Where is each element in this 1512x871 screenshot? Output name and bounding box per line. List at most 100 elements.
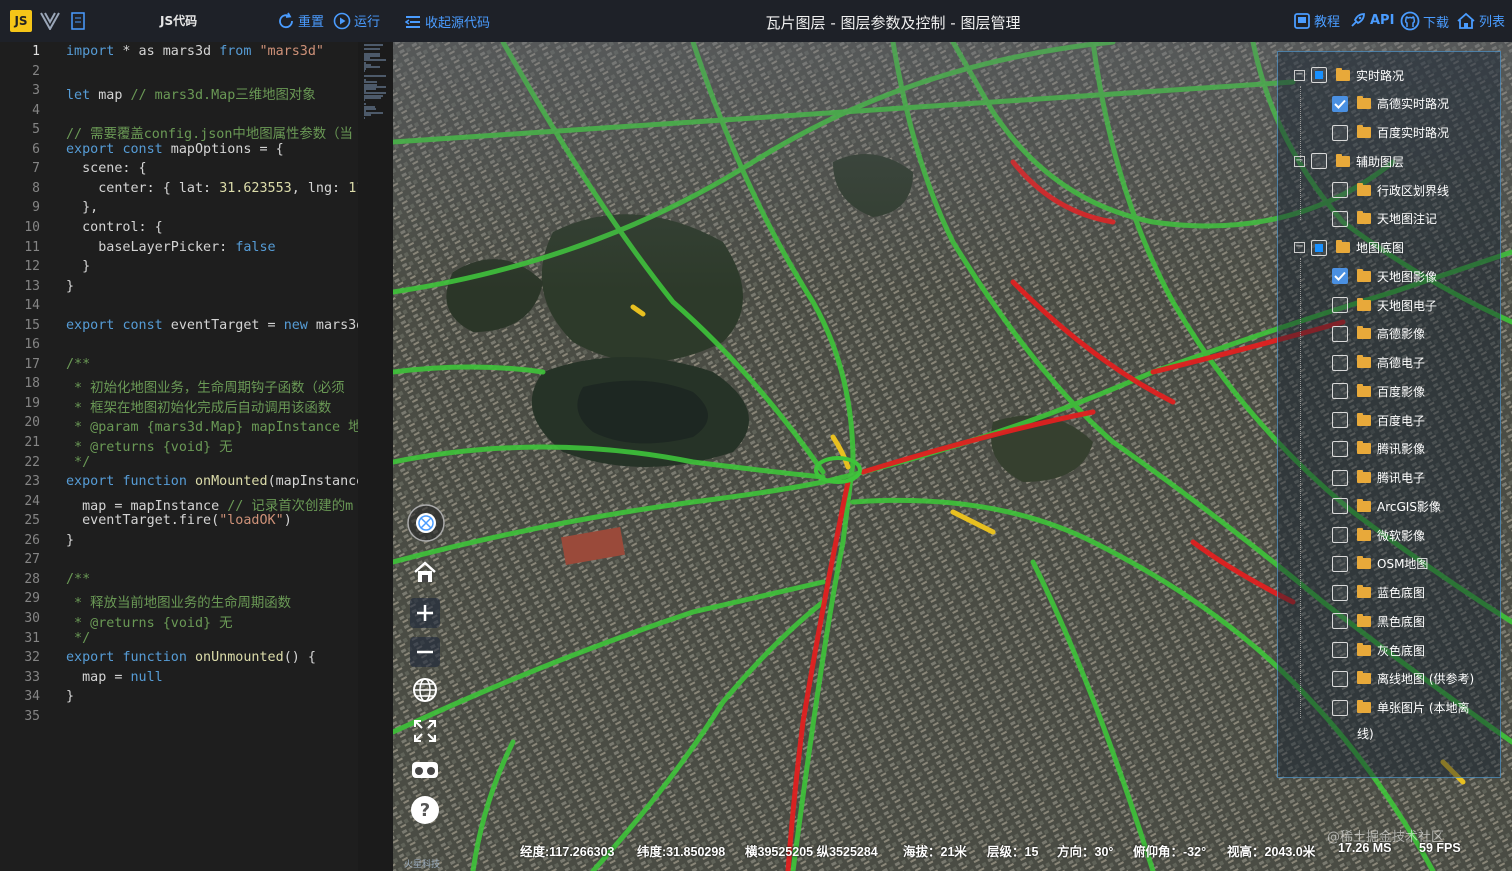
code-line[interactable]: 28 /** <box>0 572 358 592</box>
layer-group[interactable]: − 实时路况 <box>1294 64 1404 86</box>
layer-checkbox[interactable] <box>1332 95 1348 112</box>
list-link[interactable]: 列表 <box>1456 11 1505 30</box>
code-line[interactable]: 5 // 需要覆盖config.json中地图属性参数（当 <box>0 122 358 142</box>
layer-item[interactable]: 高德影像 <box>1332 323 1425 345</box>
layer-item[interactable]: 蓝色底图 <box>1332 582 1425 604</box>
layer-checkbox[interactable] <box>1311 153 1327 170</box>
code-line[interactable]: 15 export const eventTarget = new mars3d <box>0 318 358 338</box>
code-line[interactable]: 20 * @param {mars3d.Map} mapInstance 地 <box>0 415 358 435</box>
layer-item[interactable]: 天地图电子 <box>1332 294 1437 316</box>
layer-item[interactable]: 百度电子 <box>1332 409 1425 431</box>
layer-checkbox[interactable] <box>1332 124 1348 141</box>
code-line[interactable]: 25 eventTarget.fire("loadOK") <box>0 513 358 533</box>
layer-item[interactable]: 行政区划界线 <box>1332 179 1449 201</box>
layer-item[interactable]: 百度影像 <box>1332 380 1425 402</box>
layer-item[interactable]: OSM地图 <box>1332 553 1428 575</box>
layer-checkbox[interactable] <box>1332 440 1348 457</box>
compass-control[interactable] <box>406 503 446 543</box>
code-line[interactable]: 14 <box>0 298 358 318</box>
tab-js-code[interactable]: JS代码 <box>160 12 197 29</box>
code-line[interactable]: 34} <box>0 689 358 709</box>
collapse-toggle-icon[interactable]: − <box>1294 155 1305 167</box>
code-line[interactable]: 3 let map // mars3d.Map三维地图对象 <box>0 83 358 103</box>
code-minimap[interactable] <box>358 42 393 871</box>
code-line[interactable]: 27 <box>0 552 358 572</box>
code-line[interactable]: 33 map = null <box>0 670 358 690</box>
layer-item[interactable]: 腾讯电子 <box>1332 467 1425 489</box>
layer-checkbox[interactable] <box>1332 670 1348 687</box>
layer-checkbox[interactable] <box>1332 182 1348 198</box>
code-line[interactable]: 19 * 框架在地图初始化完成后自动调用该函数 <box>0 396 358 416</box>
scene-mode-button[interactable] <box>410 675 440 705</box>
layer-item[interactable]: 灰色底图 <box>1332 639 1425 661</box>
layer-checkbox[interactable] <box>1332 268 1348 285</box>
code-line[interactable]: 9 }, <box>0 200 358 220</box>
layer-checkbox[interactable] <box>1332 412 1348 428</box>
code-line[interactable]: 35 <box>0 709 358 729</box>
code-line[interactable]: 24 map = mapInstance // 记录首次创建的m <box>0 494 358 514</box>
layer-checkbox[interactable] <box>1332 498 1348 515</box>
api-link[interactable]: API <box>1349 11 1394 29</box>
code-area[interactable]: 1 import * as mars3d from "mars3d" 2 3 let m… <box>0 42 358 871</box>
layer-checkbox[interactable] <box>1332 613 1348 630</box>
vue-icon[interactable] <box>39 10 61 32</box>
fullscreen-button[interactable] <box>410 716 440 746</box>
layer-checkbox[interactable] <box>1332 297 1348 313</box>
code-line[interactable]: 8 center: { lat: 31.623553, lng: 11 <box>0 181 358 201</box>
layer-checkbox[interactable] <box>1332 469 1348 486</box>
run-button[interactable]: 运行 <box>333 11 380 30</box>
layer-checkbox[interactable] <box>1332 699 1348 716</box>
code-line[interactable]: 2 <box>0 64 358 84</box>
home-button[interactable] <box>410 557 440 587</box>
layer-item[interactable]: ArcGIS影像 <box>1332 495 1441 517</box>
collapse-toggle-icon[interactable]: − <box>1294 242 1305 253</box>
code-line[interactable]: 23 export function onMounted(mapInstance <box>0 474 358 494</box>
code-line[interactable]: 31 */ <box>0 631 358 651</box>
code-line[interactable]: 4 <box>0 103 358 123</box>
layer-item[interactable]: 腾讯影像 <box>1332 438 1425 460</box>
file-icon[interactable] <box>69 10 87 32</box>
layer-checkbox[interactable] <box>1311 67 1327 83</box>
layer-checkbox[interactable] <box>1332 383 1348 400</box>
layer-group[interactable]: − 地图底图 <box>1294 237 1404 259</box>
code-line[interactable]: 1 import * as mars3d from "mars3d" <box>0 44 358 64</box>
layer-item[interactable]: 高德电子 <box>1332 352 1425 374</box>
code-line[interactable]: 32 export function onUnmounted() { <box>0 650 358 670</box>
layer-item[interactable]: 黑色底图 <box>1332 610 1425 632</box>
download-link[interactable]: 下载 <box>1400 11 1449 31</box>
zoom-out-button[interactable] <box>410 637 440 667</box>
code-line[interactable]: 22 */ <box>0 455 358 475</box>
layer-checkbox[interactable] <box>1332 354 1348 371</box>
layer-checkbox[interactable] <box>1311 239 1327 256</box>
code-line[interactable]: 21 * @returns {void} 无 <box>0 435 358 455</box>
code-line[interactable]: 13} <box>0 279 358 299</box>
code-line[interactable]: 10 control: { <box>0 220 358 240</box>
layer-item[interactable]: 天地图影像 <box>1332 265 1437 287</box>
code-line[interactable]: 16 <box>0 337 358 357</box>
vr-button[interactable] <box>410 755 440 785</box>
layer-checkbox[interactable] <box>1332 527 1348 543</box>
code-line[interactable]: 17 /** <box>0 357 358 377</box>
layer-item[interactable]: 天地图注记 <box>1332 208 1437 230</box>
code-line[interactable]: 6 export const mapOptions = { <box>0 142 358 162</box>
layer-item[interactable]: 百度实时路况 <box>1332 122 1449 144</box>
code-line[interactable]: 11 baseLayerPicker: false <box>0 240 358 260</box>
layer-checkbox[interactable] <box>1332 325 1348 342</box>
zoom-in-button[interactable] <box>410 598 440 628</box>
code-line[interactable]: 26} <box>0 533 358 553</box>
code-line[interactable]: 7 scene: { <box>0 161 358 181</box>
collapse-toggle-icon[interactable]: − <box>1294 69 1305 81</box>
code-line[interactable]: 12 } <box>0 259 358 279</box>
layer-checkbox[interactable] <box>1332 584 1348 601</box>
code-line[interactable]: 30 * @returns {void} 无 <box>0 611 358 631</box>
js-file-icon[interactable]: JS <box>10 10 32 32</box>
layer-item[interactable]: 高德实时路况 <box>1332 93 1449 115</box>
layer-group[interactable]: − 辅助图层 <box>1294 150 1404 172</box>
code-line[interactable]: 29 * 释放当前地图业务的生命周期函数 <box>0 591 358 611</box>
layer-checkbox[interactable] <box>1332 210 1348 227</box>
reset-button[interactable]: 重置 <box>277 11 324 30</box>
layer-checkbox[interactable] <box>1332 555 1348 572</box>
code-line[interactable]: 18 * 初始化地图业务，生命周期钩子函数（必须 <box>0 376 358 396</box>
help-button[interactable]: ? <box>410 795 440 825</box>
layer-item[interactable]: 微软影像 <box>1332 524 1425 546</box>
